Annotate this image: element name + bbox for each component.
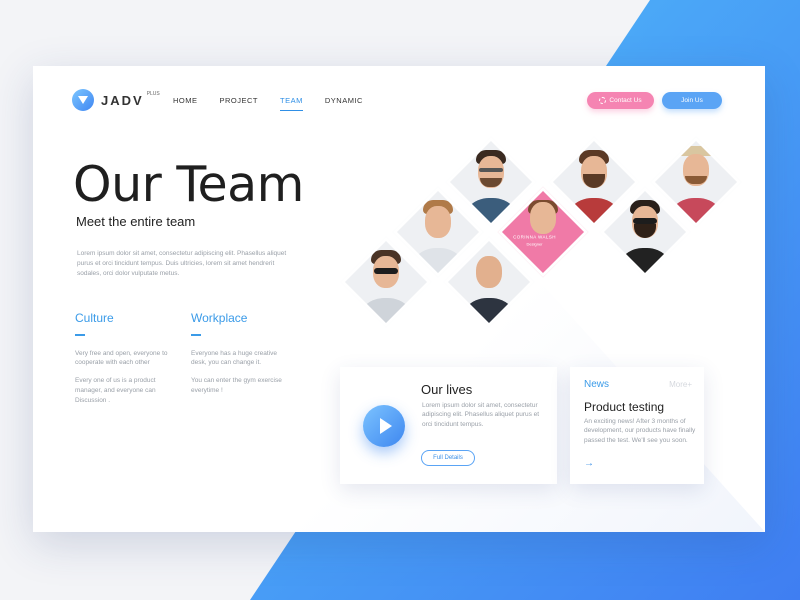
workplace-title: Workplace <box>191 311 248 325</box>
our-lives-text: Lorem ipsum dolor sit amet, consectetur … <box>422 402 540 428</box>
logo[interactable]: JADV PLUS <box>72 89 160 111</box>
workplace-text-1: Everyone has a huge creative desk, you c… <box>191 349 277 367</box>
our-lives-card: Our lives Lorem ipsum dolor sit amet, co… <box>340 367 557 484</box>
culture-text-2: Every one of us is a product manager, an… <box>75 377 156 404</box>
nav-team[interactable]: TEAM <box>280 96 303 111</box>
workplace-text-2: You can enter the gym exercise everytime… <box>191 377 282 394</box>
workplace-section: Workplace Everyone has a huge creative d… <box>191 311 291 404</box>
page-card: JADV PLUS HOME PROJECT TEAM DYNAMIC Cont… <box>33 66 765 532</box>
our-lives-title: Our lives <box>421 382 473 397</box>
join-us-button[interactable]: Join Us <box>662 92 722 109</box>
news-title: Product testing <box>584 400 665 414</box>
hero-description: Lorem ipsum dolor sit amet, consectetur … <box>77 250 287 277</box>
culture-title: Culture <box>75 311 114 325</box>
culture-text-1: Very free and open, everyone to cooperat… <box>75 349 168 367</box>
featured-member-label: CORINNA WALSH Designer <box>500 234 570 246</box>
culture-section: Culture Very free and open, everyone to … <box>75 311 175 413</box>
arrow-right-icon[interactable]: → <box>584 458 594 469</box>
nav-dynamic[interactable]: DYNAMIC <box>325 96 363 111</box>
logo-text: JADV <box>101 92 144 108</box>
full-details-button[interactable]: Full Details <box>421 450 475 466</box>
contact-us-button[interactable]: Contact Us <box>587 92 654 109</box>
workplace-divider <box>191 334 201 336</box>
main-nav: HOME PROJECT TEAM DYNAMIC <box>173 96 385 111</box>
play-icon <box>380 418 392 434</box>
nav-home[interactable]: HOME <box>173 96 198 111</box>
news-card: News More+ Product testing An exciting n… <box>570 367 704 484</box>
page-subtitle: Meet the entire team <box>76 214 196 229</box>
join-us-label: Join Us <box>681 97 703 104</box>
news-label: News <box>584 379 610 390</box>
featured-member-role: Designer <box>526 241 543 247</box>
nav-project[interactable]: PROJECT <box>220 96 259 111</box>
logo-sup: PLUS <box>146 91 160 97</box>
team-grid: CORINNA WALSH Designer <box>340 136 742 330</box>
contact-us-label: Contact Us <box>609 97 642 104</box>
culture-divider <box>75 334 85 336</box>
news-text: An exciting news! After 3 months of deve… <box>584 418 696 444</box>
featured-member-name: CORINNA WALSH <box>513 234 557 240</box>
logo-icon <box>72 89 94 111</box>
page-title: Our Team <box>73 156 304 213</box>
play-button[interactable] <box>363 405 405 447</box>
contact-icon <box>599 97 607 104</box>
news-more-link[interactable]: More+ <box>669 380 692 389</box>
